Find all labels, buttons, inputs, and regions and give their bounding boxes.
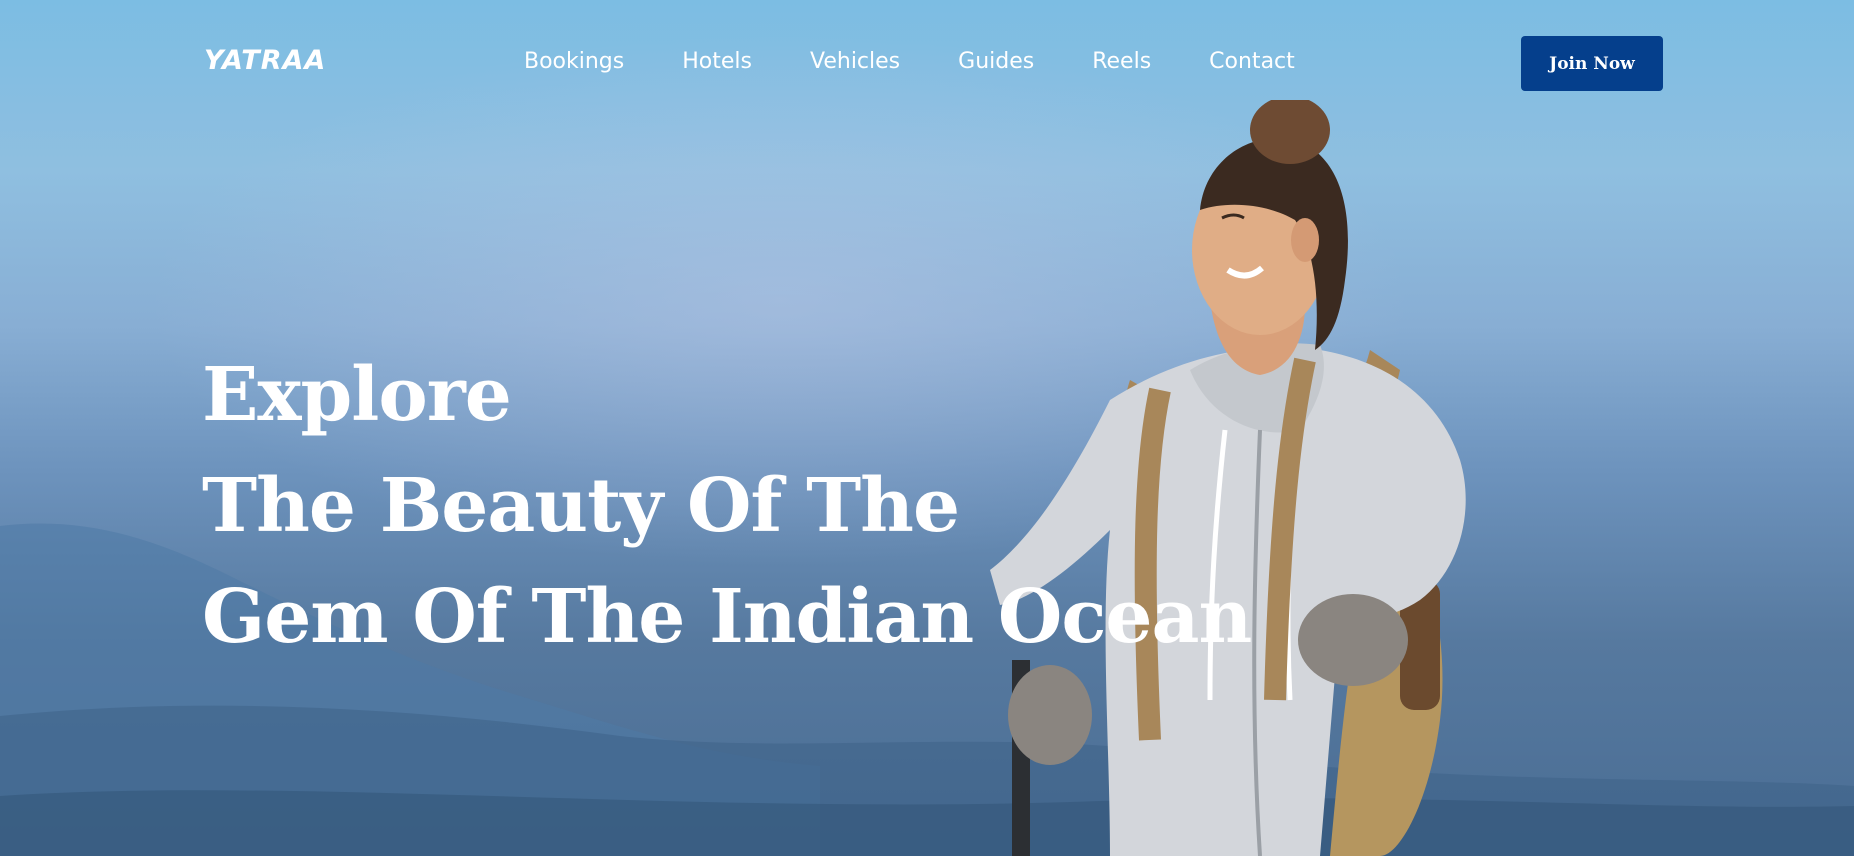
brand-logo[interactable]: YATRAA [204,45,326,76]
nav-link-bookings[interactable]: Bookings [524,49,624,74]
nav-link-contact[interactable]: Contact [1209,49,1295,74]
nav-menu: Bookings Hotels Vehicles Guides Reels Co… [524,49,1353,74]
headline-line-3: Gem Of The Indian Ocean [202,574,1252,660]
join-now-button[interactable]: Join Now [1521,36,1663,91]
nav-link-guides[interactable]: Guides [958,49,1034,74]
headline-line-1: Explore [202,352,512,438]
nav-link-reels[interactable]: Reels [1092,49,1151,74]
top-navigation: YATRAA Bookings Hotels Vehicles Guides R… [0,0,1854,130]
hero-headline: Explore The Beauty Of The Gem Of The Ind… [202,340,1252,673]
nav-link-hotels[interactable]: Hotels [682,49,752,74]
nav-link-vehicles[interactable]: Vehicles [810,49,900,74]
headline-line-2: The Beauty Of The [202,463,960,549]
